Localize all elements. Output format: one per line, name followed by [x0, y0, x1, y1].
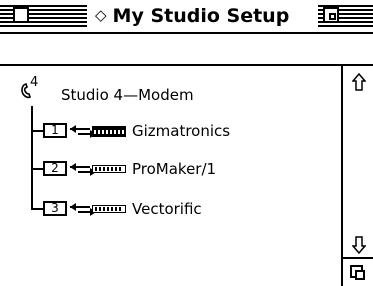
root-port-number: 4 — [30, 75, 39, 90]
device-keyboard-icon — [92, 126, 126, 137]
device-name: ProMaker/1 — [132, 160, 217, 178]
vertical-scrollbar[interactable] — [341, 66, 373, 286]
diamond-icon: ◇ — [95, 6, 107, 24]
grow-box-icon[interactable] — [343, 257, 373, 286]
port-number-box: 3 — [43, 201, 67, 216]
branch-line — [31, 130, 43, 132]
title-bar[interactable]: ◇ My Studio Setup — [0, 0, 373, 34]
branch-line — [31, 168, 43, 170]
window-title: ◇ My Studio Setup — [87, 5, 298, 27]
scroll-up-arrow-icon[interactable] — [352, 73, 366, 91]
device-keyboard-icon — [92, 205, 126, 213]
tree-trunk-line — [31, 106, 33, 210]
device-name: Gizmatronics — [132, 122, 231, 140]
branch-line — [31, 208, 43, 210]
header-strip — [0, 34, 373, 66]
window-title-text: My Studio Setup — [112, 5, 290, 27]
device-keyboard-icon — [92, 165, 126, 173]
device-name: Vectorific — [132, 200, 202, 218]
root-label: Studio 4—Modem — [61, 86, 194, 104]
zoom-box-icon[interactable] — [323, 7, 339, 23]
port-number-box: 2 — [43, 161, 67, 176]
studio-setup-window: ◇ My Studio Setup 4 Studio 4—Modem 1 Giz… — [0, 0, 373, 286]
scroll-down-arrow-icon[interactable] — [352, 236, 366, 254]
close-box-icon[interactable] — [13, 7, 29, 23]
port-number-box: 1 — [43, 123, 67, 138]
setup-tree: 4 Studio 4—Modem 1 Gizmatronics 2 ProMak… — [0, 66, 342, 286]
